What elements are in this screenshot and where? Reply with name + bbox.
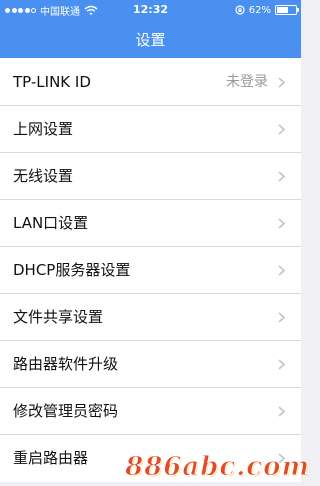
settings-item-label: DHCP服务器设置 (13, 261, 131, 279)
settings-item-lan[interactable]: LAN口设置 (0, 200, 301, 247)
chevron-right-icon (278, 171, 286, 182)
rotation-lock-icon (235, 5, 245, 15)
chevron-right-icon (278, 359, 286, 370)
settings-item-label: 重启路由器 (13, 449, 89, 467)
settings-item-label: TP-LINK ID (13, 73, 91, 91)
settings-item-wireless[interactable]: 无线设置 (0, 153, 301, 200)
login-status-value: 未登录 (226, 74, 268, 90)
settings-item-firmware-upgrade[interactable]: 路由器软件升级 (0, 341, 301, 388)
settings-item-internet[interactable]: 上网设置 (0, 106, 301, 153)
settings-item-label: 修改管理员密码 (13, 402, 119, 420)
status-bar: 中国联通 12:32 62% (0, 0, 301, 20)
chevron-right-icon (278, 218, 286, 229)
settings-item-label: 上网设置 (13, 120, 74, 138)
status-right: 62% (235, 3, 299, 17)
settings-item-admin-password[interactable]: 修改管理员密码 (0, 388, 301, 435)
page-title: 设置 (135, 31, 166, 49)
chevron-right-icon (278, 77, 286, 88)
chevron-right-icon (278, 312, 286, 323)
nav-header: 中国联通 12:32 62% 设置 (0, 0, 301, 58)
chevron-right-icon (278, 265, 286, 276)
battery-icon (275, 5, 299, 15)
chevron-right-icon (278, 124, 286, 135)
site-watermark: 886abc.com (125, 452, 310, 483)
settings-item-label: LAN口设置 (13, 214, 89, 232)
settings-item-label: 无线设置 (13, 167, 74, 185)
settings-item-label: 路由器软件升级 (13, 355, 119, 373)
settings-list: TP-LINK ID 未登录 上网设置 无线设置 LAN口设置 DHCP服务器设… (0, 58, 301, 482)
settings-item-tplink-id[interactable]: TP-LINK ID 未登录 (0, 58, 301, 106)
battery-percent: 62% (248, 4, 271, 16)
chevron-right-icon (278, 406, 286, 417)
settings-item-file-sharing[interactable]: 文件共享设置 (0, 294, 301, 341)
settings-item-label: 文件共享设置 (13, 308, 104, 326)
settings-item-dhcp[interactable]: DHCP服务器设置 (0, 247, 301, 294)
